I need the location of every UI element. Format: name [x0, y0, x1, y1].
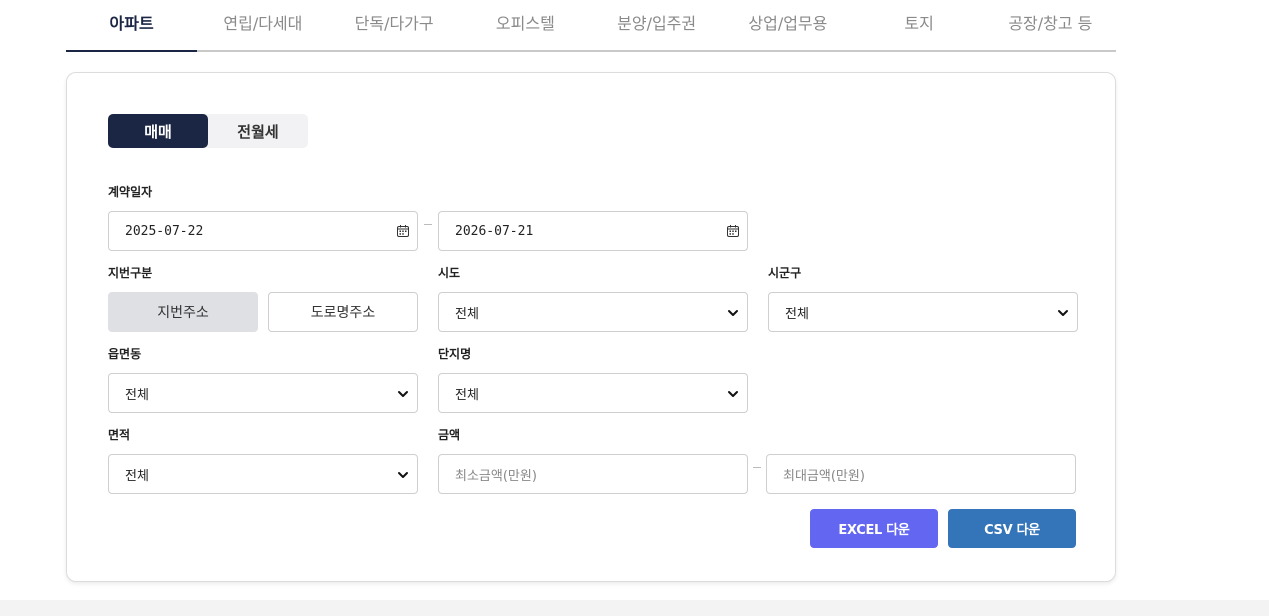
contract-date-label: 계약일자 — [108, 185, 153, 199]
road-address-button[interactable]: 도로명주소 — [268, 292, 418, 332]
tab-detached-house[interactable]: 단독/다가구 — [329, 0, 460, 50]
area-selected-value: 전체 — [125, 468, 149, 484]
active-tab-underline — [66, 50, 197, 52]
contract-date-end-value: 2026-07-21 — [455, 223, 534, 239]
tab-apartment[interactable]: 아파트 — [66, 0, 197, 50]
sido-label: 시도 — [438, 266, 461, 280]
property-type-tabs: 아파트 연립/다세대 단독/다가구 오피스텔 분양/입주권 상업/업무용 토지 … — [66, 0, 1116, 52]
calendar-icon[interactable] — [727, 225, 739, 237]
sido-selected-value: 전체 — [455, 306, 479, 322]
contract-date-start-input[interactable]: 2025-07-22 — [108, 211, 418, 251]
max-price-placeholder: 최대금액(만원) — [783, 468, 865, 484]
calendar-icon[interactable] — [397, 225, 409, 237]
csv-download-button[interactable]: CSV 다운 — [948, 509, 1076, 548]
address-type-label: 지번구분 — [108, 266, 153, 280]
excel-download-button[interactable]: EXCEL 다운 — [810, 509, 938, 548]
min-price-placeholder: 최소금액(만원) — [455, 468, 537, 484]
contract-date-end-input[interactable]: 2026-07-21 — [438, 211, 748, 251]
contract-date-start-value: 2025-07-22 — [125, 223, 204, 239]
search-filter-card: 매매 전월세 계약일자 2025-07-22 2026-07-21 지번구분 시… — [66, 72, 1116, 582]
tab-officetel[interactable]: 오피스텔 — [460, 0, 591, 50]
eupmyeondong-selected-value: 전체 — [125, 387, 149, 403]
area-select[interactable]: 전체 — [108, 454, 418, 494]
sigungu-select[interactable]: 전체 — [768, 292, 1078, 332]
min-price-input[interactable]: 최소금액(만원) — [438, 454, 748, 494]
chevron-down-icon — [398, 472, 408, 478]
sido-select[interactable]: 전체 — [438, 292, 748, 332]
tab-commercial[interactable]: 상업/업무용 — [722, 0, 853, 50]
page-footer-strip — [0, 600, 1269, 616]
sigungu-selected-value: 전체 — [785, 306, 809, 322]
jibun-address-button[interactable]: 지번주소 — [108, 292, 258, 332]
tab-presale[interactable]: 분양/입주권 — [591, 0, 722, 50]
eupmyeondong-select[interactable]: 전체 — [108, 373, 418, 413]
complex-name-selected-value: 전체 — [455, 387, 479, 403]
deal-type-sale-button[interactable]: 매매 — [108, 114, 208, 148]
area-label: 면적 — [108, 428, 131, 442]
max-price-input[interactable]: 최대금액(만원) — [766, 454, 1076, 494]
chevron-down-icon — [398, 391, 408, 397]
price-label: 금액 — [438, 428, 461, 442]
tab-villa[interactable]: 연립/다세대 — [197, 0, 328, 50]
chevron-down-icon — [728, 310, 738, 316]
deal-type-rent-button[interactable]: 전월세 — [208, 114, 308, 148]
tab-land[interactable]: 토지 — [854, 0, 985, 50]
date-range-separator — [424, 224, 432, 225]
sigungu-label: 시군구 — [768, 266, 802, 280]
complex-name-select[interactable]: 전체 — [438, 373, 748, 413]
price-range-separator — [753, 467, 761, 468]
chevron-down-icon — [1058, 310, 1068, 316]
eupmyeondong-label: 읍면동 — [108, 347, 142, 361]
complex-name-label: 단지명 — [438, 347, 472, 361]
deal-type-toggle: 매매 전월세 — [108, 114, 308, 148]
tab-factory[interactable]: 공장/창고 등 — [985, 0, 1116, 50]
chevron-down-icon — [728, 391, 738, 397]
